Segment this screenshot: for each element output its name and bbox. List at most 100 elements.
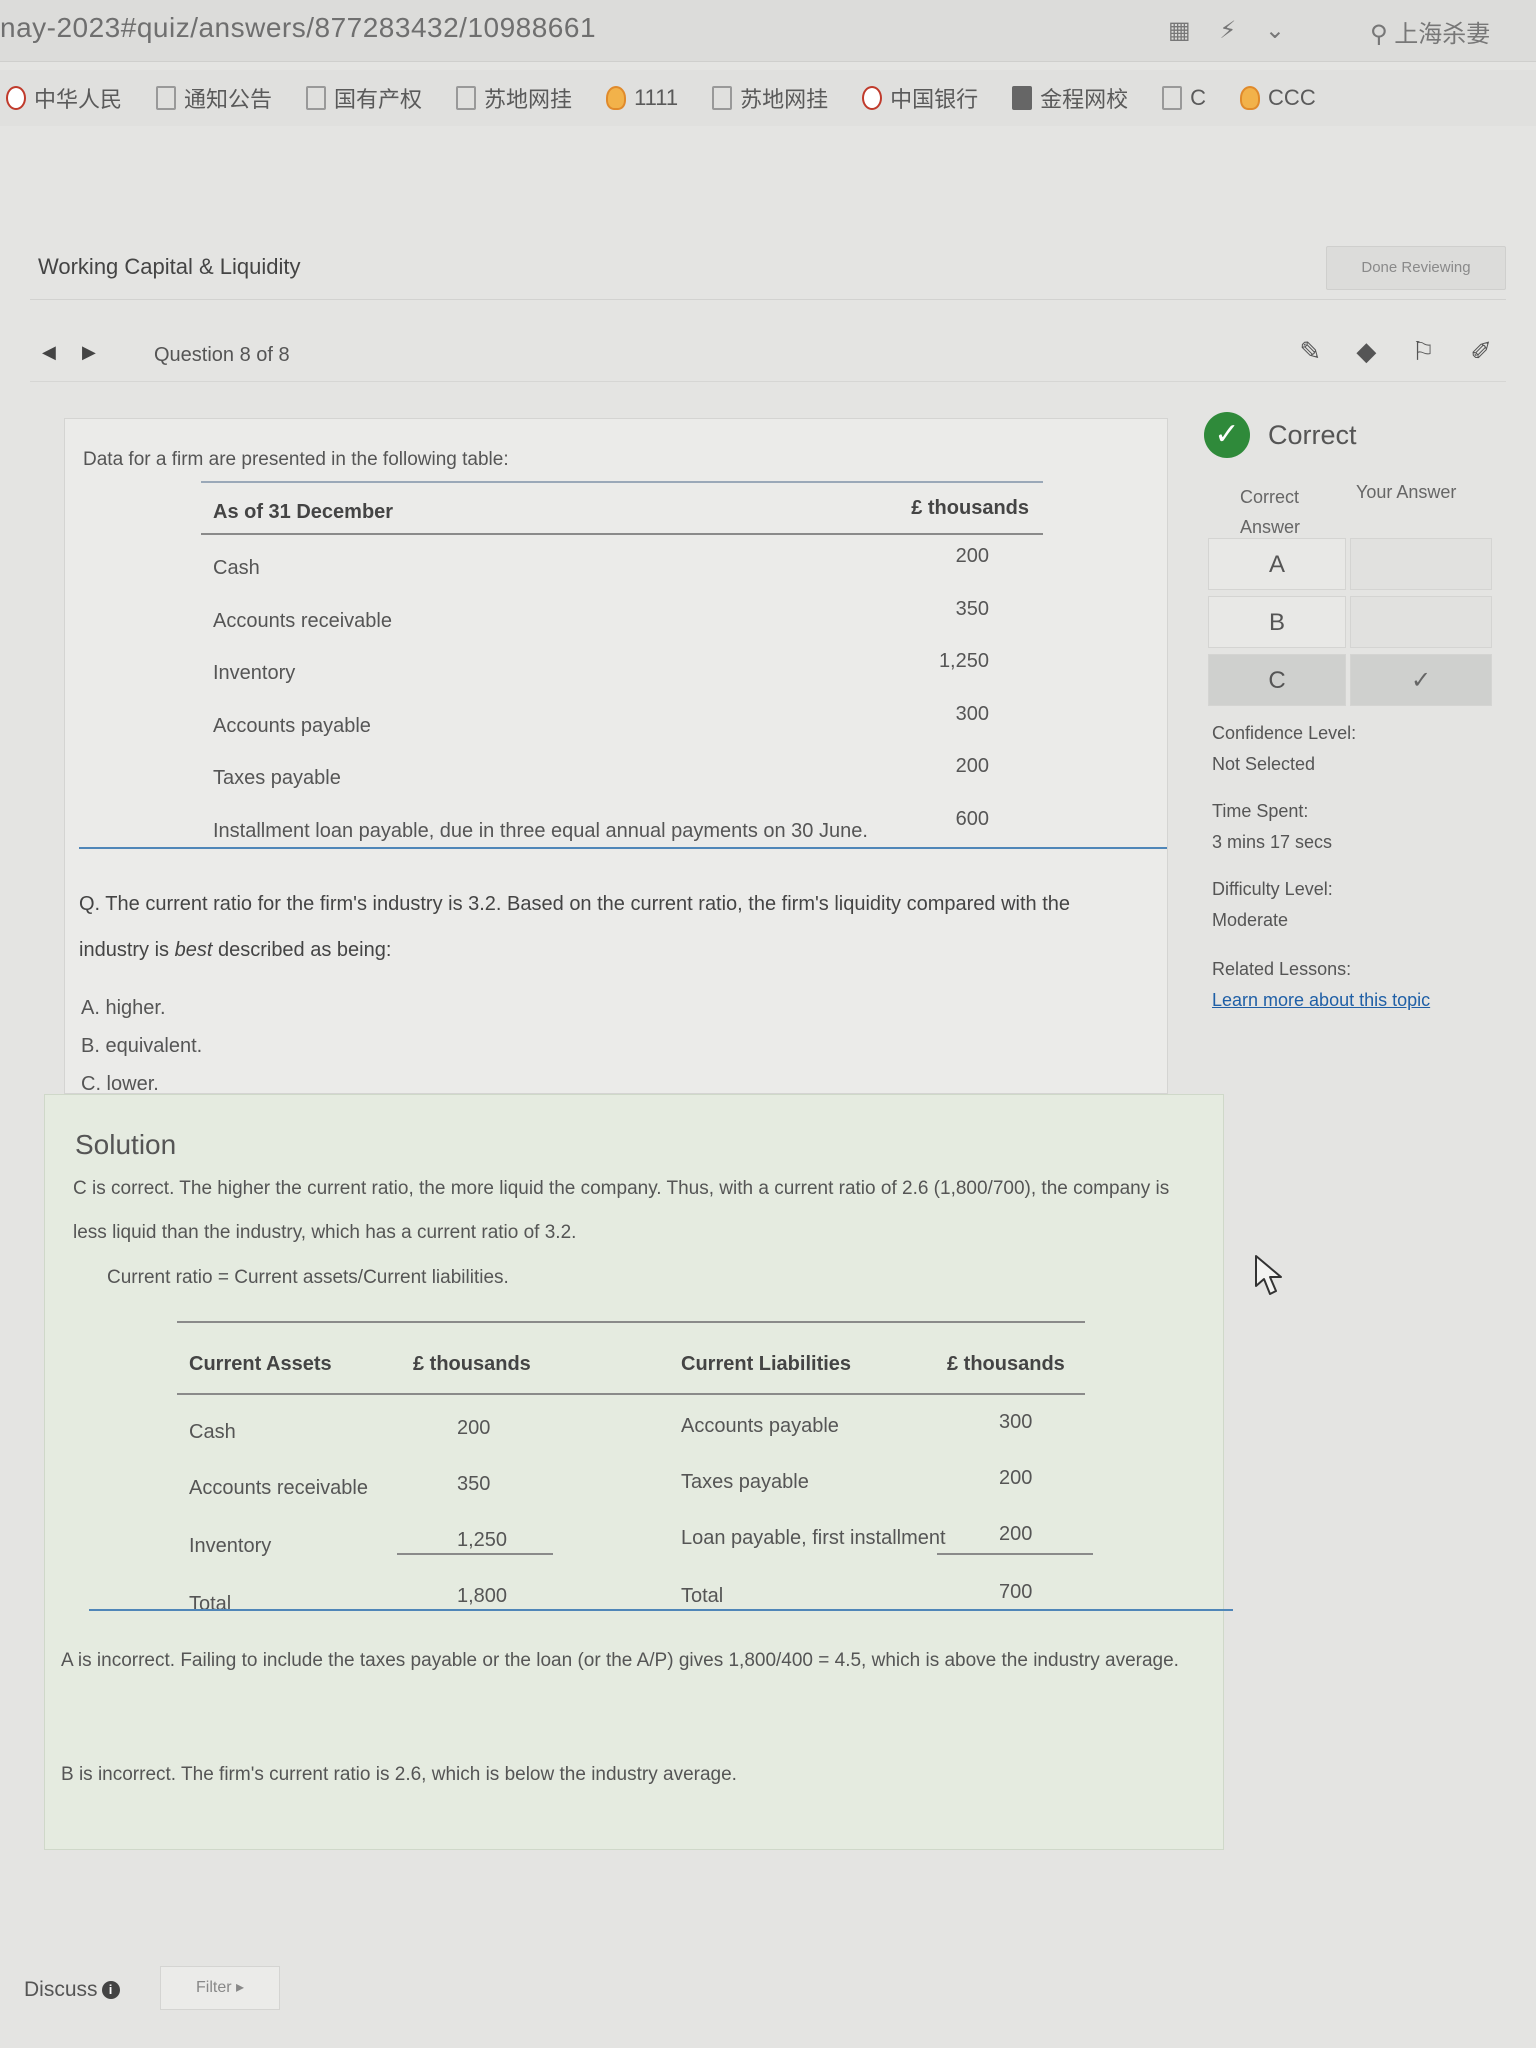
asset-label: Cash [189,1421,236,1443]
option-b[interactable]: B. equivalent. [81,1027,202,1065]
table-row: Accounts payable 300 [213,702,989,737]
question-nav: ◀ ▶ Question 8 of 8 ✎ ◆ ⚐ ✐ [30,330,1506,382]
liability-total-value: 700 [999,1581,1033,1603]
bookmark-flag-icon[interactable]: ⚐ [1412,336,1435,366]
table-header: As of 31 December £ thousands [201,483,1043,535]
qr-icon[interactable]: ▦ [1168,17,1191,44]
info-icon: i [101,1981,120,2000]
flame-icon [606,86,627,110]
liability-label: Accounts payable [681,1415,839,1437]
bank-icon [862,86,883,110]
answer-options: A. higher. B. equivalent. C. lower. [81,989,202,1103]
prev-arrow-icon[interactable]: ◀ [42,342,56,363]
table-row: Taxes payable 200 [213,755,989,790]
confidence-info: Confidence Level: Not Selected [1212,723,1357,774]
eraser-icon[interactable]: ◆ [1356,336,1376,366]
table-row: Installment loan payable, due in three e… [213,807,989,842]
page-icon [456,86,477,110]
discuss-button[interactable]: Discuss i [24,1978,120,2002]
a-incorrect-text: A is incorrect. Failing to include the t… [61,1650,1179,1671]
bookmark-item[interactable]: 国有产权 [306,82,422,114]
answer-row-selected: C ✓ [1208,654,1492,706]
app-header: Working Capital & Liquidity Done Reviewi… [30,240,1506,300]
table-row: Accounts receivable 350 [213,597,989,632]
section-divider [79,847,1167,849]
lessons-info: Related Lessons: Learn more about this t… [1212,954,1430,1016]
school-icon [1012,86,1033,110]
solution-text: C is correct. The higher the current rat… [73,1178,1170,1243]
question-text: Q. The current ratio for the firm's indu… [79,893,1071,961]
bookmark-item[interactable]: C [1162,85,1206,111]
check-circle-icon: ✓ [1204,412,1250,458]
browser-url-bar[interactable]: nay-2023#quiz/answers/877283432/10988661… [0,0,1536,62]
solution-table: Current Assets £ thousands Current Liabi… [89,1321,1233,1615]
liability-value: 300 [999,1411,1033,1433]
done-reviewing-button[interactable]: Done Reviewing [1326,246,1506,290]
bookmark-item[interactable]: 1111 [606,85,678,111]
bookmark-item[interactable]: 中国银行 [862,82,978,114]
bookmark-item[interactable]: CCC [1240,85,1316,111]
asset-value: 350 [457,1473,491,1495]
asset-value: 200 [457,1417,491,1439]
mouse-cursor-icon [1255,1255,1282,1295]
page-icon [156,86,177,110]
sum-rule [397,1553,553,1555]
time-info: Time Spent: 3 mins 17 secs [1212,801,1333,852]
data-table: As of 31 December £ thousands Cash 200 Ac… [201,481,1043,851]
liability-label: Loan payable, first installment [681,1527,946,1549]
pencil-icon[interactable]: ✐ [1470,336,1492,366]
page-icon [712,86,733,110]
question-card: Data for a firm are presented in the fol… [64,418,1168,1095]
url-text[interactable]: nay-2023#quiz/answers/877283432/10988661 [0,12,596,44]
table-rule [177,1393,1085,1395]
result-label: Correct [1268,420,1357,450]
next-arrow-icon[interactable]: ▶ [82,342,96,363]
table-rule [177,1321,1085,1323]
bookmarks-bar: 中华人民 通知公告 国有产权 苏地网挂 1111 苏地网挂 中国银行 金程网校 … [0,70,1536,126]
bookmark-item[interactable]: 苏地网挂 [712,82,828,114]
sum-rule [937,1553,1093,1555]
footer-bar: Discuss i Filter ▸ [0,1960,1536,2020]
section-title: Working Capital & Liquidity [38,254,301,279]
bookmark-item[interactable]: 中华人民 [6,82,122,114]
liability-total-label: Total [681,1585,724,1607]
highlighter-icon[interactable]: ✎ [1299,336,1321,366]
bookmark-item[interactable]: 苏地网挂 [456,82,572,114]
asset-label: Accounts receivable [189,1477,368,1499]
learn-more-link[interactable]: Learn more about this topic [1212,985,1430,1016]
search-icon: ⚲ [1370,21,1388,48]
bookmark-icon [6,86,26,110]
solution-card: Solution C is correct. The higher the cu… [44,1094,1233,1850]
difficulty-info: Difficulty Level: Moderate [1212,879,1333,930]
answer-row: B [1208,596,1492,648]
asset-value: 1,250 [457,1529,508,1551]
asset-total-value: 1,800 [457,1585,508,1607]
chevron-down-icon[interactable]: ⌄ [1265,17,1285,44]
page-icon [1162,86,1183,110]
answer-row: A [1208,538,1492,590]
asset-total-label: Total [189,1593,232,1615]
liability-label: Taxes payable [681,1471,809,1493]
checkmark-icon: ✓ [1350,654,1492,706]
correct-answer-header: Correct Answer [1240,487,1301,537]
search-text: 上海杀妻 [1394,21,1491,48]
question-intro: Data for a firm are presented in the fol… [83,449,509,470]
liability-value: 200 [999,1467,1033,1489]
lightning-icon[interactable]: ⚡ [1219,17,1236,44]
formula-text: Current ratio = Current assets/Current l… [107,1267,509,1288]
browser-search[interactable]: ⚲ 上海杀妻 [1370,14,1490,49]
solution-title: Solution [75,1129,177,1160]
page-icon [306,86,327,110]
table-row: Cash 200 [213,545,989,579]
your-answer-header: Your Answer [1356,482,1457,502]
bookmark-item[interactable]: 金程网校 [1012,82,1128,114]
filter-button[interactable]: Filter ▸ [160,1966,280,2010]
bookmark-item[interactable]: 通知公告 [156,82,272,114]
b-incorrect-text: B is incorrect. The firm's current ratio… [61,1764,737,1785]
asset-label: Inventory [189,1535,272,1557]
liability-value: 200 [999,1523,1033,1545]
option-a[interactable]: A. higher. [81,989,202,1027]
question-counter: Question 8 of 8 [154,344,290,366]
table-row: Inventory 1,250 [213,650,989,685]
section-divider [89,1609,1233,1611]
